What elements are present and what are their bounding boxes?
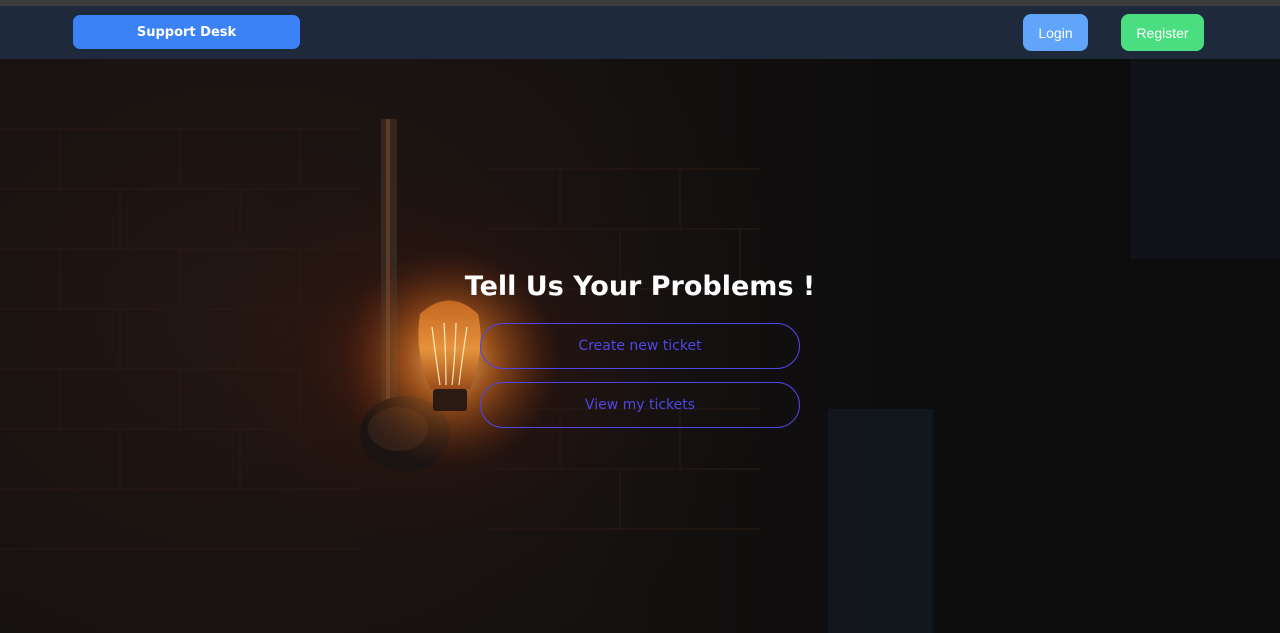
create-ticket-button[interactable]: Create new ticket <box>480 323 800 369</box>
login-button[interactable]: Login <box>1023 14 1088 51</box>
navbar: Support Desk Login Register <box>0 6 1280 59</box>
call-to-action: Tell Us Your Problems ! Create new ticke… <box>0 59 1280 633</box>
view-tickets-button[interactable]: View my tickets <box>480 382 800 428</box>
brand-button[interactable]: Support Desk <box>73 15 300 49</box>
hero-headline: Tell Us Your Problems ! <box>464 271 816 302</box>
register-button[interactable]: Register <box>1121 14 1204 51</box>
hero-section: Tell Us Your Problems ! Create new ticke… <box>0 59 1280 633</box>
